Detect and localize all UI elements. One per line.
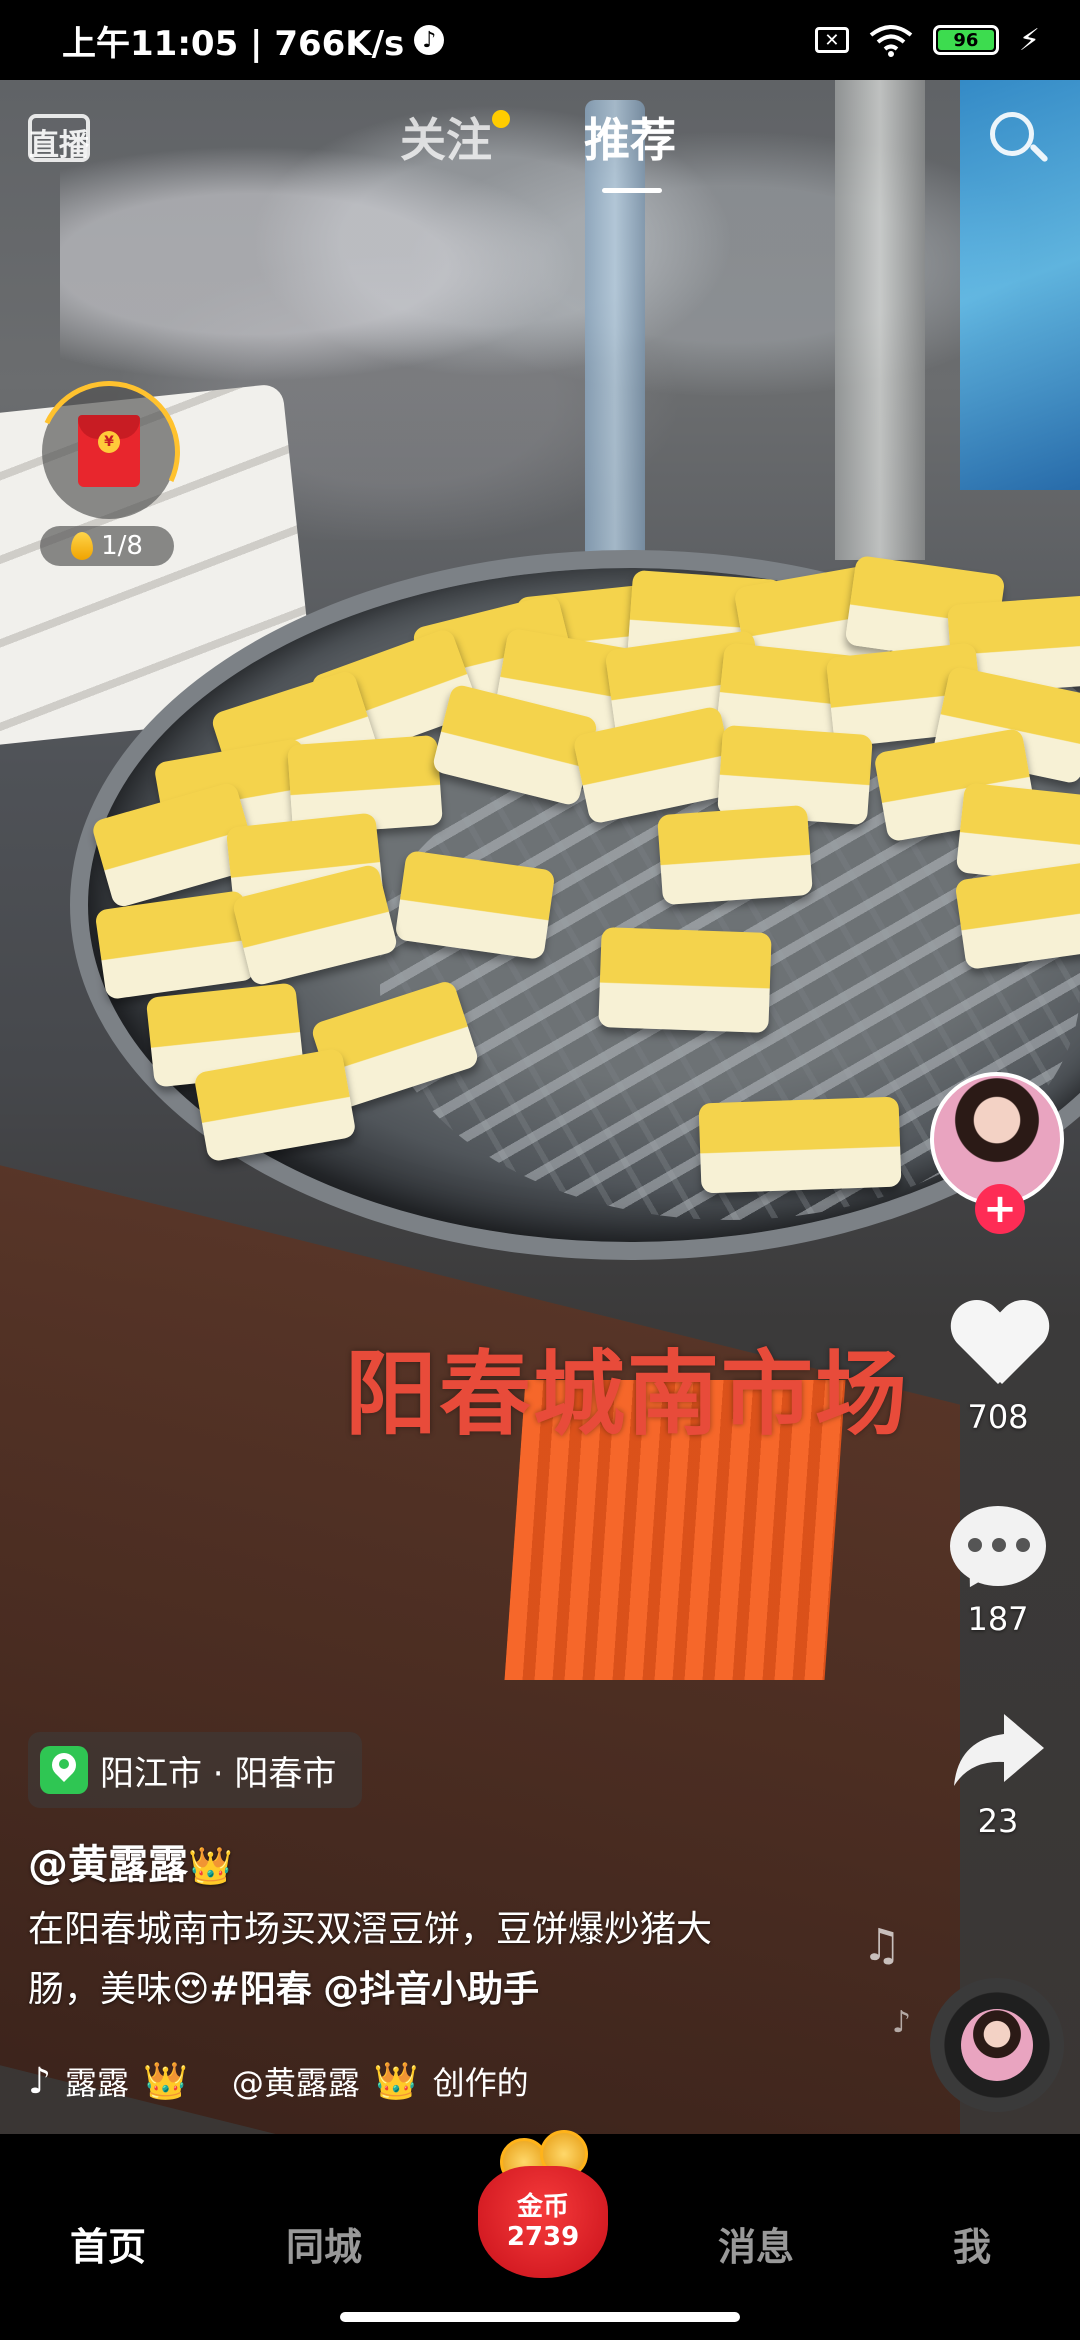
comment-button[interactable]: 187 xyxy=(938,1506,1058,1638)
nav-me[interactable]: 我 xyxy=(892,2216,1052,2271)
battery-icon: 96 xyxy=(932,25,999,55)
location-tag[interactable]: 阳江市 · 阳春市 xyxy=(28,1732,363,1808)
wifi-icon xyxy=(869,25,913,57)
status-bar: 上午11:05 | 766K/s ♪ ✕ 96 ⚡ xyxy=(0,0,1080,80)
battery-level: 96 xyxy=(937,30,994,51)
share-button[interactable]: 23 xyxy=(938,1710,1058,1840)
comment-icon xyxy=(950,1506,1046,1595)
tab-follow[interactable]: 关注 xyxy=(400,104,510,170)
coin-label: 金币 xyxy=(516,2192,569,2222)
nav-nearby[interactable]: 同城 xyxy=(244,2216,404,2271)
follow-button[interactable]: + xyxy=(975,1184,1025,1234)
music-note-icon: ♪ xyxy=(892,2005,912,2040)
like-button[interactable]: 708 xyxy=(938,1302,1058,1436)
nav-messages[interactable]: 消息 xyxy=(676,2216,836,2271)
active-tab-indicator xyxy=(602,188,662,193)
live-icon[interactable]: 直播 xyxy=(28,100,94,166)
tofu-piece xyxy=(698,1096,902,1194)
new-content-dot xyxy=(492,110,510,128)
video-caption: 阳春城南市场 xyxy=(345,1340,910,1448)
live-label: 直播 xyxy=(29,128,89,163)
coin-bag-button[interactable]: 金币 2739 xyxy=(478,2130,608,2280)
gold-egg-icon xyxy=(71,532,94,560)
tofu-piece xyxy=(657,804,813,906)
crown-icon: 👑 xyxy=(188,1846,233,1887)
like-count: 708 xyxy=(967,1398,1029,1436)
crown-icon: 👑 xyxy=(373,2061,419,2102)
music-info[interactable]: ♪ 露露 👑 @黄露露 👑 创作的 xyxy=(28,2058,528,2104)
mention-link[interactable]: @抖音小助手 xyxy=(323,1969,539,2010)
post-description: 在阳春城南市场买双滘豆饼，豆饼爆炒猪大 肠，美味😍#阳春 @抖音小助手 xyxy=(28,1909,713,2010)
comment-count: 187 xyxy=(967,1600,1029,1638)
music-disc[interactable] xyxy=(930,1978,1064,2112)
author-name[interactable]: @黄露露👑 xyxy=(28,1832,233,1890)
home-indicator[interactable] xyxy=(340,2312,740,2322)
tiktok-logo-icon: ♪ xyxy=(28,2060,51,2102)
red-packet-widget[interactable]: ¥ xyxy=(17,360,201,544)
red-envelope-icon: ¥ xyxy=(78,415,140,487)
tiktok-notification-icon: ♪ xyxy=(414,25,445,55)
video-player[interactable]: 阳春城南市场 xyxy=(0,0,1080,2134)
top-bar: 直播 关注 推荐 xyxy=(0,90,1080,210)
no-sim-icon: ✕ xyxy=(814,27,849,53)
tofu-piece xyxy=(598,927,772,1033)
location-pin-icon xyxy=(40,1746,88,1794)
crown-icon: 👑 xyxy=(143,2061,188,2102)
tab-recommend[interactable]: 推荐 xyxy=(584,104,676,170)
share-arrow-icon xyxy=(954,1714,1044,1786)
location-text: 阳江市 · 阳春市 xyxy=(100,1753,337,1794)
hashtag-link[interactable]: #阳春 xyxy=(210,1969,312,2010)
music-note-icon: ♫ xyxy=(862,1920,902,1971)
share-count: 23 xyxy=(977,1802,1019,1840)
nav-home[interactable]: 首页 xyxy=(28,2216,188,2271)
search-icon[interactable] xyxy=(990,112,1049,168)
status-time: 上午11:05 | 766K/s xyxy=(62,23,405,64)
heart-icon xyxy=(950,1302,1046,1390)
charging-icon: ⚡ xyxy=(1018,22,1040,58)
author-avatar[interactable]: + xyxy=(930,1072,1064,1242)
coin-count: 2739 xyxy=(506,2222,580,2252)
red-packet-progress: 1/8 xyxy=(40,526,174,566)
